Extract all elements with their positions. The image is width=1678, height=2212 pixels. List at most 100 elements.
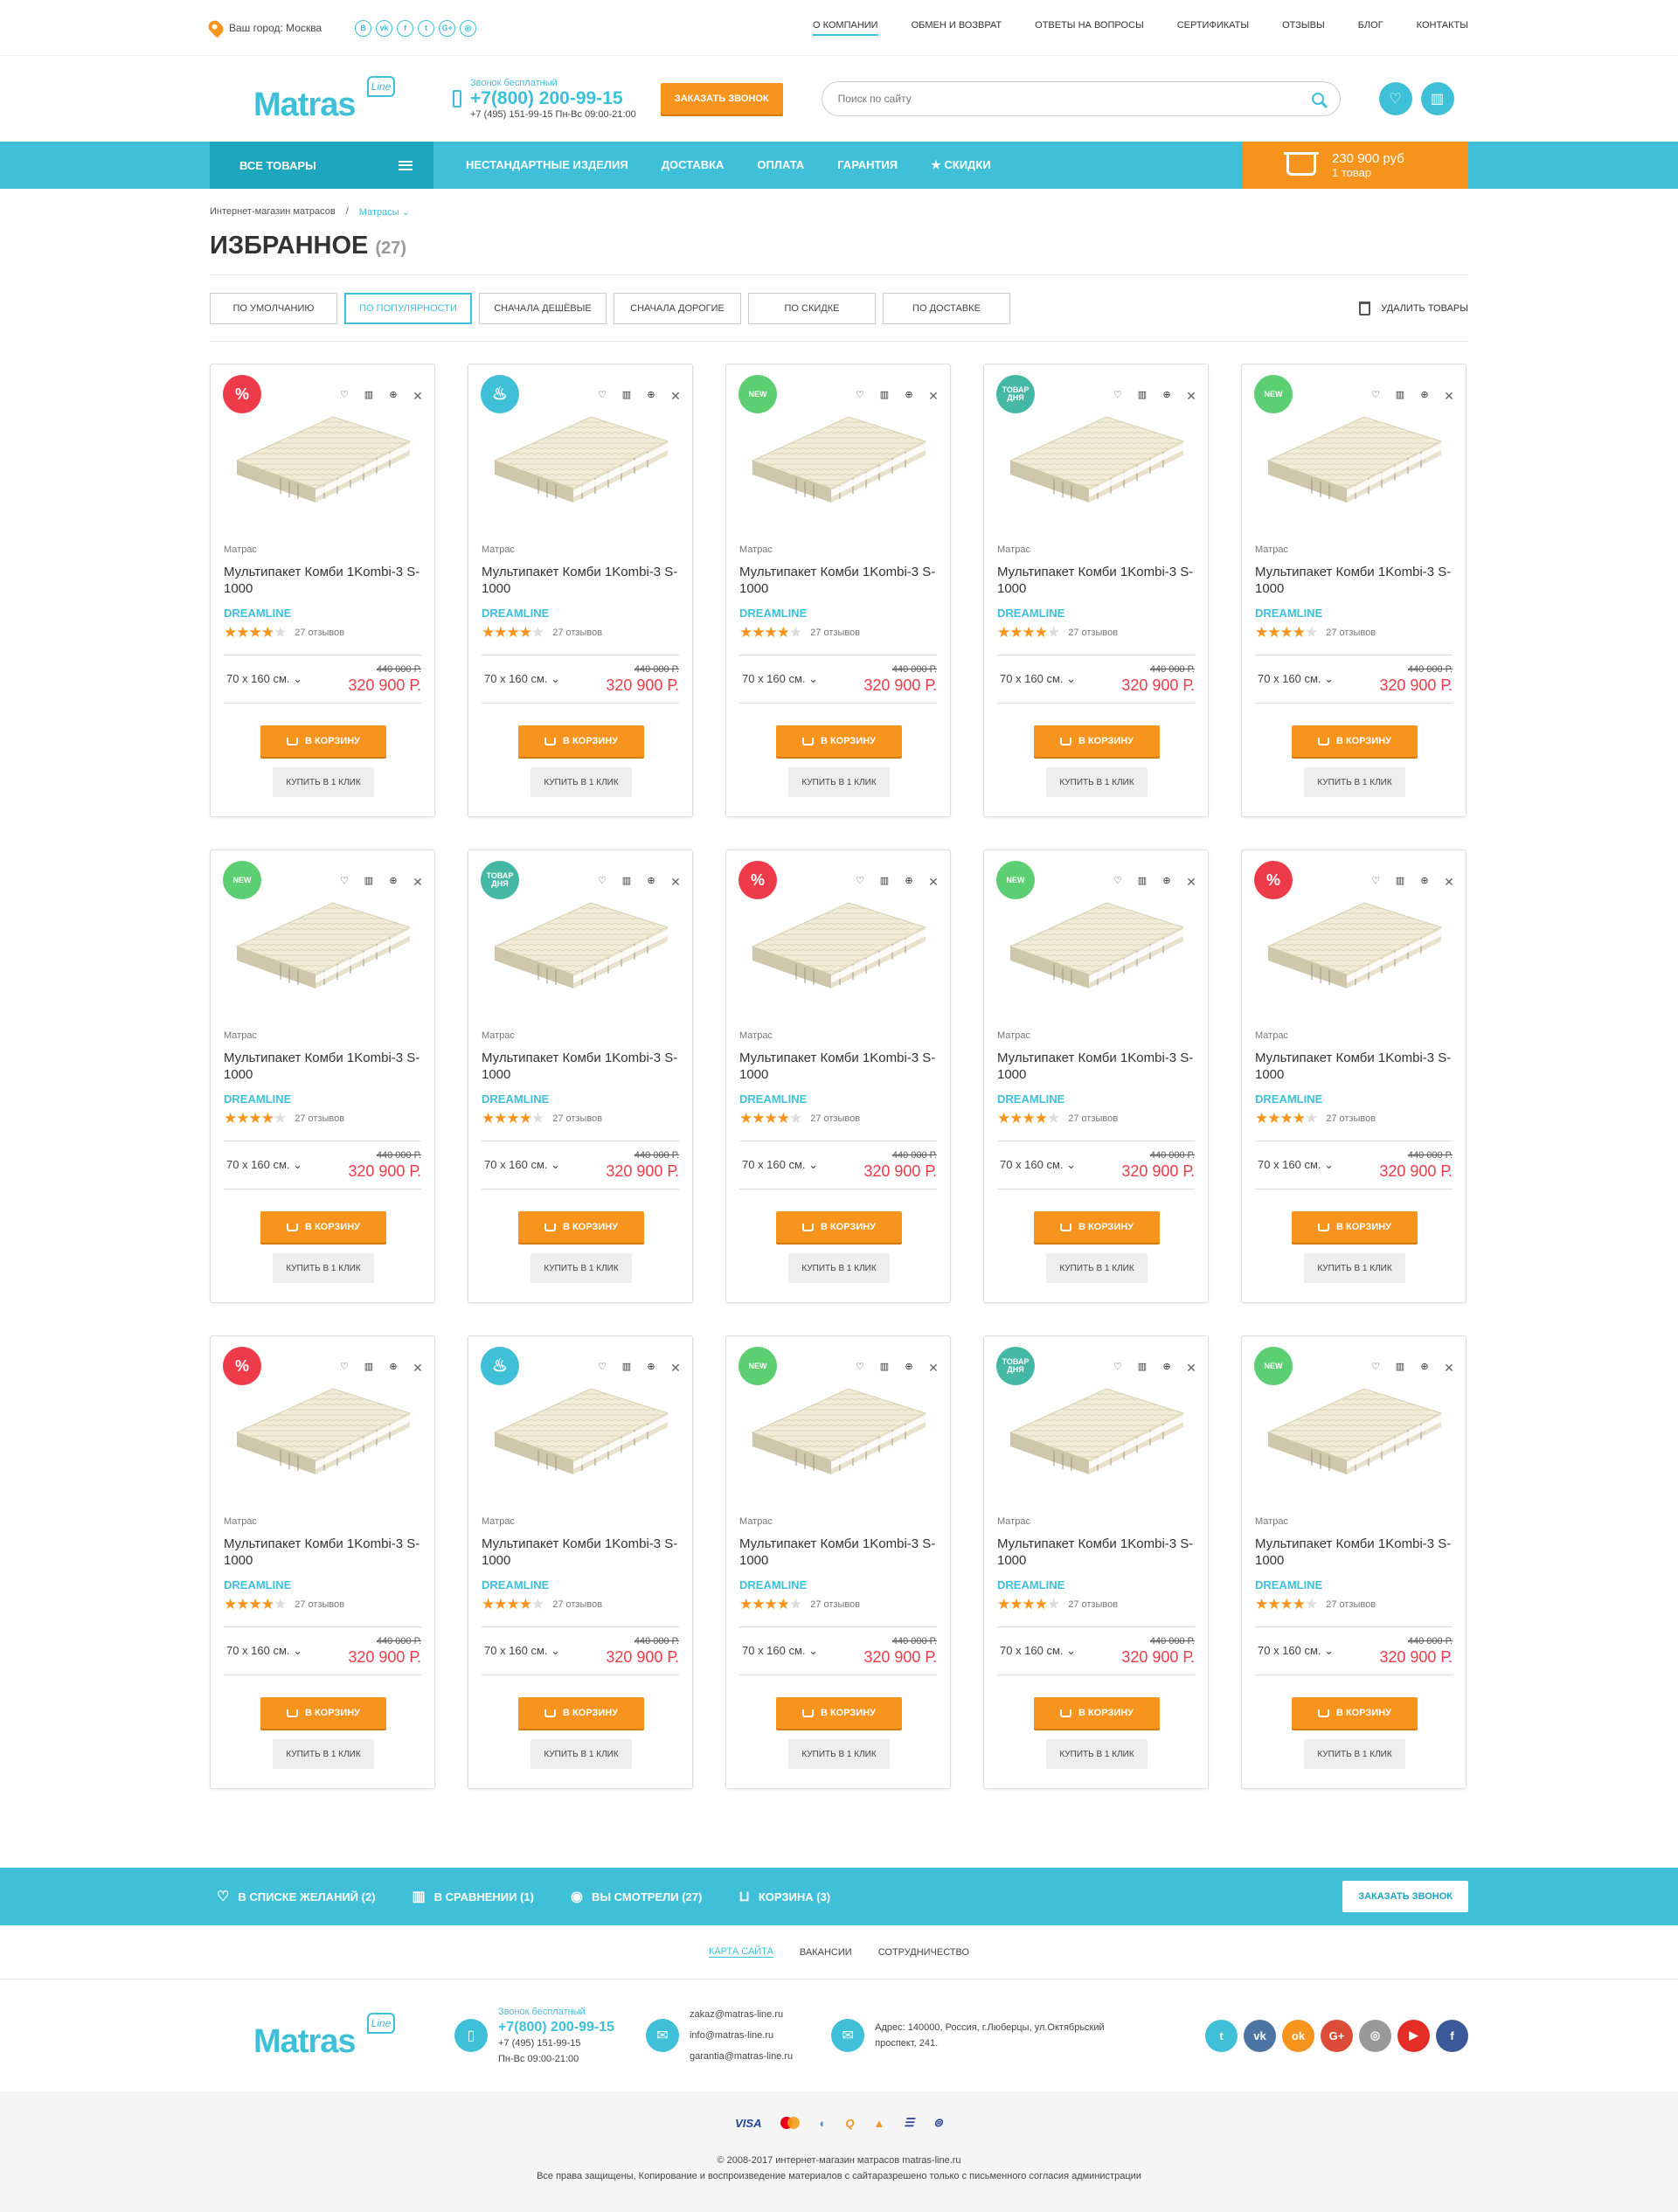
close-icon[interactable]: ✕: [412, 389, 424, 404]
close-icon[interactable]: ✕: [669, 1361, 682, 1376]
footer-link-partnership[interactable]: СОТРУДНИЧЕСТВО: [878, 1947, 969, 1958]
add-to-cart-button[interactable]: В КОРЗИНУ: [518, 725, 644, 757]
buy-one-click-button[interactable]: КУПИТЬ В 1 КЛИК: [788, 1253, 890, 1283]
compare-icon[interactable]: ▥: [1394, 875, 1406, 890]
footer-wishlist[interactable]: ♡ В СПИСКЕ ЖЕЛАНИЙ (2): [217, 1888, 376, 1905]
product-card[interactable]: ♨ ♡ ▥ ⊕ ✕ Матрас Мультипакет Комби 1Komb…: [468, 1335, 693, 1789]
product-name[interactable]: Мультипакет Комби 1Kombi-3 S-1000: [739, 1050, 940, 1083]
search-icon[interactable]: [1311, 93, 1324, 105]
buy-one-click-button[interactable]: КУПИТЬ В 1 КЛИК: [273, 767, 374, 797]
zoom-icon[interactable]: ⊕: [387, 389, 399, 404]
size-select[interactable]: 70 x 160 см. ⌄: [739, 672, 818, 686]
buy-one-click-button[interactable]: КУПИТЬ В 1 КЛИК: [788, 767, 890, 797]
wishlist-heart-icon[interactable]: ♡: [1378, 82, 1412, 115]
close-icon[interactable]: ✕: [1443, 389, 1455, 404]
sort-delivery[interactable]: ПО ДОСТАВКЕ: [883, 292, 1010, 324]
sort-default[interactable]: ПО УМОЛЧАНИЮ: [210, 292, 337, 324]
product-card[interactable]: NEW ♡ ▥ ⊕ ✕ Матрас Мультипакет Комби 1Ko…: [983, 849, 1209, 1303]
buy-one-click-button[interactable]: КУПИТЬ В 1 КЛИК: [1046, 767, 1148, 797]
add-to-cart-button[interactable]: В КОРЗИНУ: [1292, 1697, 1418, 1729]
footer-order-call-button[interactable]: ЗАКАЗАТЬ ЗВОНОК: [1342, 1881, 1468, 1912]
buy-one-click-button[interactable]: КУПИТЬ В 1 КЛИК: [1304, 767, 1405, 797]
buy-one-click-button[interactable]: КУПИТЬ В 1 КЛИК: [530, 1739, 632, 1769]
compare-icon[interactable]: ▥: [1394, 389, 1406, 404]
google-plus-icon[interactable]: G+: [1321, 2019, 1353, 2052]
add-to-cart-button[interactable]: В КОРЗИНУ: [1034, 1211, 1160, 1243]
close-icon[interactable]: ✕: [1185, 389, 1197, 404]
site-logo[interactable]: Matras Line: [253, 73, 420, 125]
product-brand[interactable]: DREAMLINE: [739, 607, 807, 620]
reviews-count[interactable]: 27 отзывов: [810, 628, 860, 638]
product-brand[interactable]: DREAMLINE: [739, 1578, 807, 1591]
footer-logo[interactable]: Matras Line: [253, 2009, 420, 2062]
zoom-icon[interactable]: ⊕: [645, 875, 657, 890]
product-card[interactable]: ТОВАР ДНЯ ♡ ▥ ⊕ ✕ Матрас Мультипакет Ком…: [468, 849, 693, 1303]
zoom-icon[interactable]: ⊕: [903, 1361, 915, 1376]
product-image[interactable]: [1259, 896, 1450, 1001]
heart-icon[interactable]: ♡: [596, 875, 608, 890]
product-name[interactable]: Мультипакет Комби 1Kombi-3 S-1000: [1255, 1050, 1455, 1083]
product-name[interactable]: Мультипакет Комби 1Kombi-3 S-1000: [482, 1050, 682, 1083]
heart-icon[interactable]: ♡: [338, 875, 350, 890]
top-nav-contacts[interactable]: КОНТАКТЫ: [1417, 20, 1468, 36]
product-image[interactable]: [1002, 410, 1192, 515]
product-name[interactable]: Мультипакет Комби 1Kombi-3 S-1000: [997, 564, 1197, 597]
vk-icon[interactable]: vk: [376, 19, 393, 37]
heart-icon[interactable]: ♡: [1112, 389, 1124, 404]
compare-icon[interactable]: ▥: [1136, 389, 1148, 404]
add-to-cart-button[interactable]: В КОРЗИНУ: [518, 1697, 644, 1729]
vkontakte-b-icon[interactable]: В: [355, 19, 372, 37]
product-card[interactable]: NEW ♡ ▥ ⊕ ✕ Матрас Мультипакет Комби 1Ko…: [1241, 364, 1467, 817]
product-card[interactable]: NEW ♡ ▥ ⊕ ✕ Матрас Мультипакет Комби 1Ko…: [725, 1335, 951, 1789]
product-brand[interactable]: DREAMLINE: [224, 1092, 291, 1106]
heart-icon[interactable]: ♡: [854, 875, 866, 890]
compare-icon[interactable]: ▥: [878, 389, 891, 404]
search-input[interactable]: [837, 93, 1312, 105]
nav-delivery[interactable]: ДОСТАВКА: [662, 158, 725, 172]
footer-link-sitemap[interactable]: КАРТА САЙТА: [708, 1946, 773, 1958]
zoom-icon[interactable]: ⊕: [903, 389, 915, 404]
product-brand[interactable]: DREAMLINE: [997, 1092, 1064, 1106]
reviews-count[interactable]: 27 отзывов: [552, 1113, 602, 1124]
product-brand[interactable]: DREAMLINE: [224, 1578, 291, 1591]
reviews-count[interactable]: 27 отзывов: [810, 1599, 860, 1610]
product-brand[interactable]: DREAMLINE: [1255, 1578, 1322, 1591]
footer-email-warranty[interactable]: garantia@matras-line.ru: [690, 2046, 793, 2067]
close-icon[interactable]: ✕: [412, 1361, 424, 1376]
add-to-cart-button[interactable]: В КОРЗИНУ: [260, 725, 386, 757]
product-name[interactable]: Мультипакет Комби 1Kombi-3 S-1000: [739, 1536, 940, 1569]
reviews-count[interactable]: 27 отзывов: [552, 1599, 602, 1610]
heart-icon[interactable]: ♡: [854, 389, 866, 404]
buy-one-click-button[interactable]: КУПИТЬ В 1 КЛИК: [1304, 1253, 1405, 1283]
phone-number[interactable]: +7(800) 200-99-15: [470, 88, 636, 109]
size-select[interactable]: 70 x 160 см. ⌄: [1255, 672, 1334, 686]
compare-icon[interactable]: ▥: [878, 875, 891, 890]
delete-products-button[interactable]: УДАЛИТЬ ТОВАРЫ: [1359, 301, 1468, 316]
zoom-icon[interactable]: ⊕: [1161, 1361, 1173, 1376]
add-to-cart-button[interactable]: В КОРЗИНУ: [518, 1211, 644, 1243]
size-select[interactable]: 70 x 160 см. ⌄: [224, 1644, 302, 1658]
zoom-icon[interactable]: ⊕: [645, 1361, 657, 1376]
reviews-count[interactable]: 27 отзывов: [1326, 1113, 1376, 1124]
heart-icon[interactable]: ♡: [1112, 875, 1124, 890]
close-icon[interactable]: ✕: [669, 389, 682, 404]
instagram-icon[interactable]: ◎: [460, 19, 477, 37]
size-select[interactable]: 70 x 160 см. ⌄: [997, 672, 1076, 686]
top-nav-faq[interactable]: ОТВЕТЫ НА ВОПРОСЫ: [1035, 20, 1144, 36]
reviews-count[interactable]: 27 отзывов: [295, 1599, 344, 1610]
size-select[interactable]: 70 x 160 см. ⌄: [997, 1644, 1076, 1658]
breadcrumb-home[interactable]: Интернет-магазин матрасов: [210, 206, 336, 218]
product-name[interactable]: Мультипакет Комби 1Kombi-3 S-1000: [739, 564, 940, 597]
size-select[interactable]: 70 x 160 см. ⌄: [739, 1644, 818, 1658]
product-name[interactable]: Мультипакет Комби 1Kombi-3 S-1000: [224, 1050, 424, 1083]
youtube-icon[interactable]: ▶: [1397, 2019, 1430, 2052]
product-card[interactable]: ♨ ♡ ▥ ⊕ ✕ Матрас Мультипакет Комби 1Komb…: [468, 364, 693, 817]
heart-icon[interactable]: ♡: [1369, 1361, 1382, 1376]
zoom-icon[interactable]: ⊕: [1418, 389, 1431, 404]
nav-custom[interactable]: НЕСТАНДАРТНЫЕ ИЗДЕЛИЯ: [466, 158, 628, 172]
add-to-cart-button[interactable]: В КОРЗИНУ: [1292, 1211, 1418, 1243]
product-image[interactable]: [486, 896, 676, 1001]
nav-payment[interactable]: ОПЛАТА: [757, 158, 804, 172]
product-image[interactable]: [744, 896, 934, 1001]
breadcrumb-current[interactable]: Матрасы ⌄: [359, 206, 410, 218]
